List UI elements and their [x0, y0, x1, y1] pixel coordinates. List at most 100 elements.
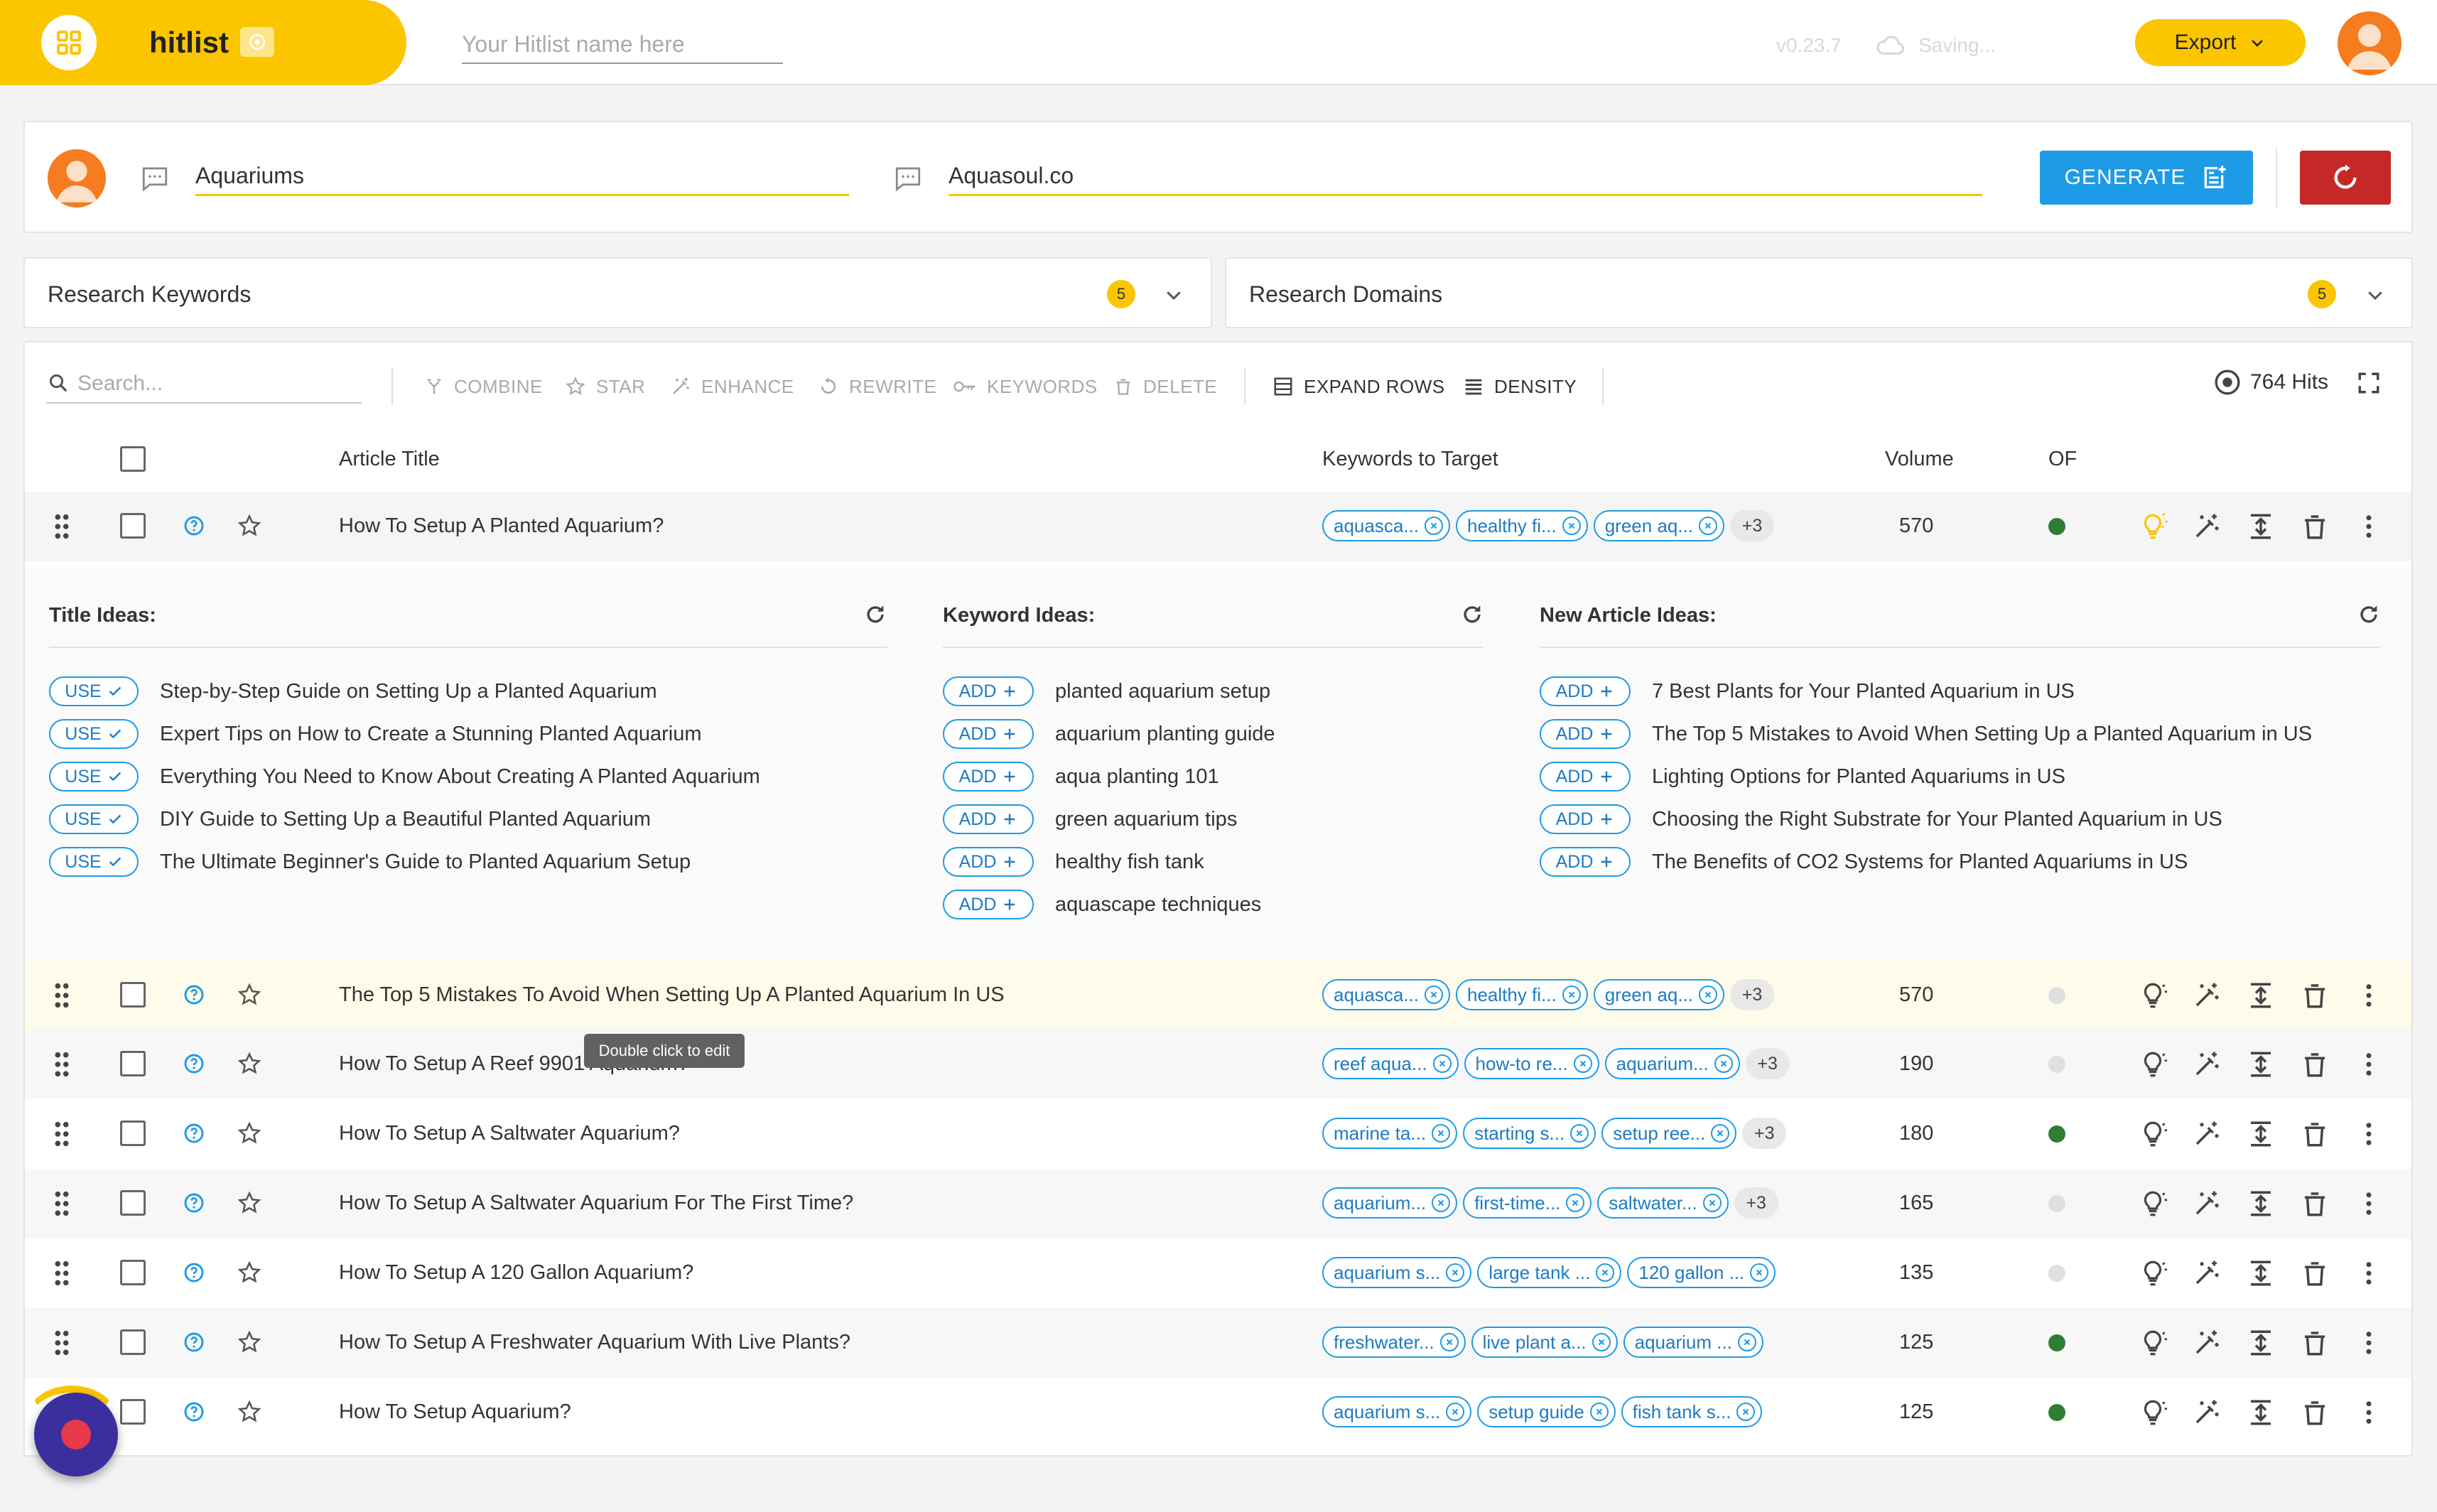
search-input[interactable]	[77, 368, 355, 399]
keyword-chip[interactable]: healthy fi...	[1455, 979, 1588, 1010]
add-button[interactable]: ADD	[1540, 762, 1631, 792]
help-icon[interactable]	[183, 1052, 205, 1075]
remove-chip-icon[interactable]	[1424, 986, 1443, 1004]
trash-icon[interactable]	[2300, 512, 2330, 541]
keyword-chip[interactable]: aquarium...	[1322, 1187, 1458, 1219]
expand-vertical-icon[interactable]	[2246, 1398, 2276, 1427]
article-title[interactable]: How To Setup Aquarium?	[339, 1400, 571, 1424]
column-header-of[interactable]: OF	[2048, 448, 2077, 471]
add-button[interactable]: ADD	[1540, 719, 1631, 749]
remove-chip-icon[interactable]	[1750, 1263, 1769, 1282]
chevron-down-icon[interactable]	[1163, 284, 1184, 306]
keyword-chip[interactable]: saltwater...	[1597, 1187, 1729, 1219]
keyword-chip[interactable]: large tank ...	[1477, 1257, 1622, 1288]
hitlist-name-input[interactable]	[462, 26, 783, 64]
more-vert-icon[interactable]	[2354, 1398, 2384, 1427]
remove-chip-icon[interactable]	[1714, 1054, 1733, 1073]
more-vert-icon[interactable]	[2354, 512, 2384, 541]
use-button[interactable]: USE	[49, 762, 139, 792]
row-checkbox[interactable]	[120, 1399, 146, 1425]
more-vert-icon[interactable]	[2354, 981, 2384, 1010]
expand-vertical-icon[interactable]	[2246, 1119, 2276, 1149]
use-button[interactable]: USE	[49, 804, 139, 834]
remove-chip-icon[interactable]	[1573, 1054, 1592, 1073]
keyword-chip[interactable]: how-to re...	[1464, 1048, 1599, 1079]
grid-icon[interactable]	[41, 15, 97, 70]
research-keywords-panel[interactable]: Research Keywords 5	[23, 257, 1212, 328]
expand-vertical-icon[interactable]	[2246, 1328, 2276, 1358]
refresh-icon[interactable]	[1460, 603, 1484, 627]
lightbulb-icon[interactable]	[2138, 981, 2168, 1010]
article-title[interactable]: How To Setup A Freshwater Aquarium With …	[339, 1331, 850, 1354]
keyword-chip[interactable]: healthy fi...	[1455, 510, 1588, 541]
keyword-chip[interactable]: green aq...	[1593, 979, 1725, 1010]
drag-handle-icon[interactable]	[53, 1260, 70, 1287]
refresh-icon[interactable]	[2357, 603, 2381, 627]
refresh-icon[interactable]	[863, 603, 887, 627]
keyword-chip[interactable]: setup ree...	[1601, 1118, 1737, 1149]
table-row[interactable]: How To Setup A Saltwater Aquarium For Th…	[25, 1169, 2411, 1238]
expand-vertical-icon[interactable]	[2246, 1258, 2276, 1288]
star-icon[interactable]	[237, 1399, 262, 1425]
more-vert-icon[interactable]	[2354, 1189, 2384, 1219]
column-header-volume[interactable]: Volume	[1885, 448, 1954, 471]
remove-chip-icon[interactable]	[1562, 986, 1581, 1004]
remove-chip-icon[interactable]	[1736, 1403, 1756, 1421]
expand-vertical-icon[interactable]	[2246, 981, 2276, 1010]
expand-vertical-icon[interactable]	[2246, 1189, 2276, 1219]
avatar[interactable]	[2338, 11, 2401, 75]
magic-wand-icon[interactable]	[2192, 1398, 2222, 1427]
trash-icon[interactable]	[2300, 1119, 2330, 1149]
remove-chip-icon[interactable]	[1566, 1194, 1585, 1212]
keyword-chip[interactable]: aquasca...	[1322, 979, 1450, 1010]
trash-icon[interactable]	[2300, 1328, 2330, 1358]
keywords-button[interactable]: KEYWORDS	[953, 372, 1098, 401]
row-checkbox[interactable]	[120, 982, 146, 1008]
magic-wand-icon[interactable]	[2192, 1189, 2222, 1219]
help-icon[interactable]	[183, 514, 205, 537]
table-row[interactable]: How To Setup A Reef 9901 Aquarium? reef a…	[25, 1030, 2411, 1099]
help-icon[interactable]	[183, 1400, 205, 1423]
trash-icon[interactable]	[2300, 1189, 2330, 1219]
generate-button[interactable]: GENERATE	[2040, 151, 2253, 205]
star-icon[interactable]	[237, 1120, 262, 1146]
help-icon[interactable]	[183, 1261, 205, 1284]
more-keywords-badge[interactable]: +3	[1742, 1118, 1787, 1149]
more-keywords-badge[interactable]: +3	[1745, 1048, 1790, 1079]
rewrite-button[interactable]: REWRITE	[818, 372, 936, 401]
use-button[interactable]: USE	[49, 719, 139, 749]
magic-wand-icon[interactable]	[2192, 981, 2222, 1010]
table-row[interactable]: The Top 5 Mistakes To Avoid When Setting…	[25, 961, 2411, 1030]
magic-wand-icon[interactable]	[2192, 1049, 2222, 1079]
table-row[interactable]: How To Setup A 120 Gallon Aquarium? aquar…	[25, 1238, 2411, 1308]
expand-rows-button[interactable]: EXPAND ROWS	[1272, 372, 1445, 401]
article-title[interactable]: How To Setup A Planted Aquarium?	[339, 514, 664, 538]
remove-chip-icon[interactable]	[1592, 1333, 1611, 1351]
remove-chip-icon[interactable]	[1589, 1403, 1609, 1421]
keyword-chip[interactable]: setup guide	[1477, 1396, 1616, 1427]
add-button[interactable]: ADD	[1540, 804, 1631, 834]
star-icon[interactable]	[237, 982, 262, 1008]
remove-chip-icon[interactable]	[1702, 1194, 1722, 1212]
remove-chip-icon[interactable]	[1570, 1124, 1589, 1143]
star-button[interactable]: STAR	[565, 372, 645, 401]
reset-button[interactable]	[2300, 151, 2391, 205]
keyword-chip[interactable]: 120 gallon ...	[1627, 1257, 1776, 1288]
row-checkbox[interactable]	[120, 513, 146, 539]
more-keywords-badge[interactable]: +3	[1730, 510, 1775, 541]
more-vert-icon[interactable]	[2354, 1328, 2384, 1358]
export-button[interactable]: Export	[2135, 19, 2306, 66]
keyword-chip[interactable]: marine ta...	[1322, 1118, 1458, 1149]
trash-icon[interactable]	[2300, 1258, 2330, 1288]
lightbulb-icon[interactable]	[2138, 1258, 2168, 1288]
remove-chip-icon[interactable]	[1432, 1054, 1452, 1073]
row-checkbox[interactable]	[120, 1051, 146, 1076]
use-button[interactable]: USE	[49, 847, 139, 877]
star-icon[interactable]	[237, 513, 262, 539]
magic-wand-icon[interactable]	[2192, 1258, 2222, 1288]
article-title[interactable]: The Top 5 Mistakes To Avoid When Setting…	[339, 983, 1005, 1007]
lightbulb-icon[interactable]	[2138, 1328, 2168, 1358]
remove-chip-icon[interactable]	[1446, 1403, 1465, 1421]
remove-chip-icon[interactable]	[1432, 1124, 1451, 1143]
keyword-chip[interactable]: aquarium...	[1604, 1048, 1740, 1079]
